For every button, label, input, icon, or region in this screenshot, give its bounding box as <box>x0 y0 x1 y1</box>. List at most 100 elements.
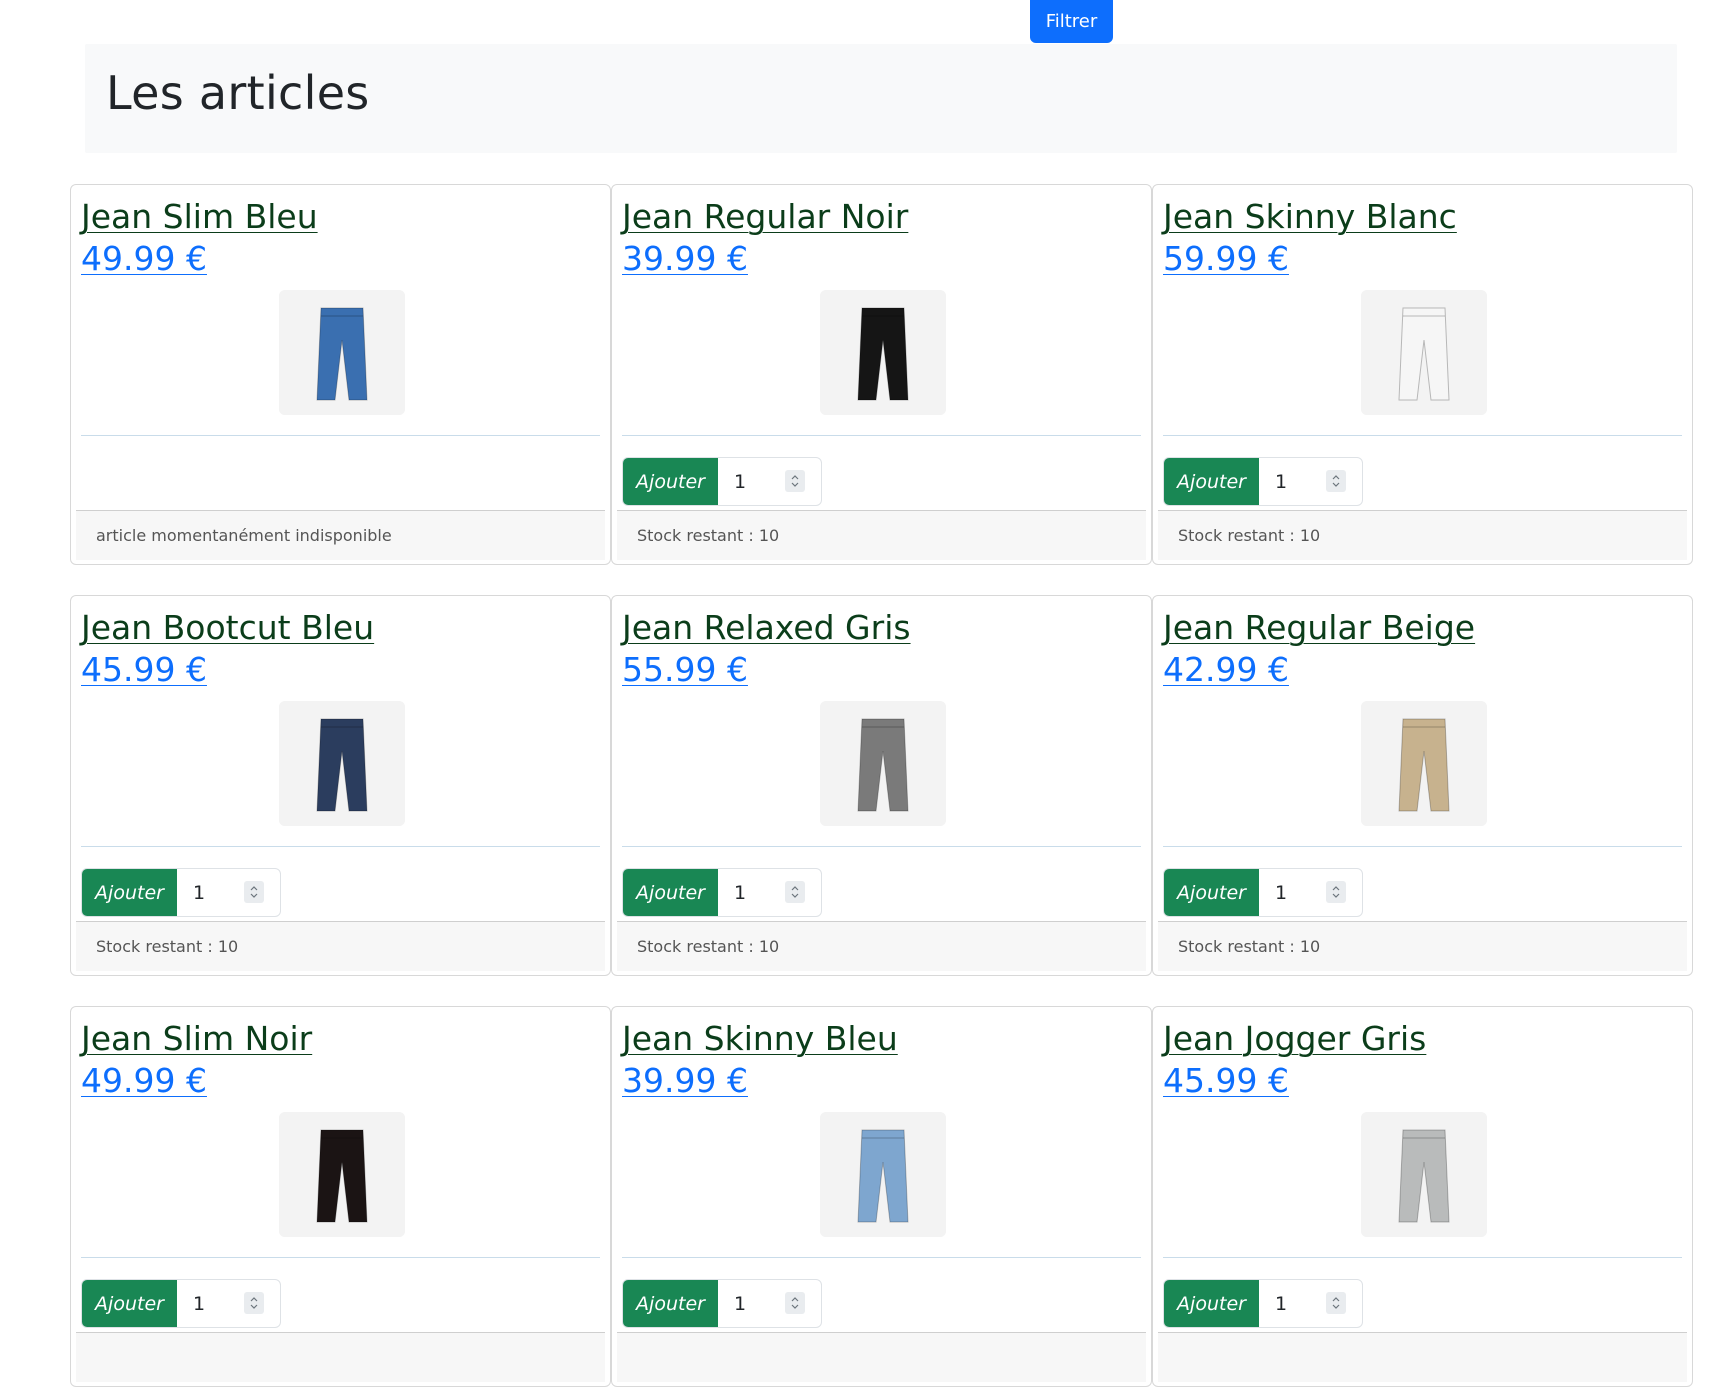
stock-status: Stock restant : 10 <box>637 526 780 545</box>
card-footer <box>76 1332 605 1382</box>
spinner-arrows-icon <box>250 1297 258 1309</box>
article-title-link[interactable]: Jean Jogger Gris <box>1163 1019 1426 1058</box>
article-title-link[interactable]: Jean Regular Beige <box>1163 608 1475 647</box>
quantity-input[interactable]: 1 <box>177 1280 280 1327</box>
card-footer: article momentanément indisponible <box>76 510 605 560</box>
add-button[interactable]: Ajouter <box>623 458 718 505</box>
quantity-value: 1 <box>1275 1292 1288 1315</box>
jeans-icon <box>820 1112 946 1237</box>
article-card: Jean Bootcut Bleu 45.99 € Ajouter 1 Stoc… <box>70 595 611 976</box>
card-divider <box>622 435 1141 436</box>
jean-slim-noir-photo <box>279 1112 405 1237</box>
quantity-value: 1 <box>734 881 747 904</box>
quantity-input[interactable]: 1 <box>1259 1280 1362 1327</box>
article-price-link[interactable]: 39.99 € <box>622 239 748 278</box>
article-title-link[interactable]: Jean Slim Noir <box>81 1019 312 1058</box>
card-footer: Stock restant : 10 <box>1158 510 1687 560</box>
page-header: Les articles <box>85 44 1677 153</box>
jean-relaxed-gris-photo <box>820 701 946 826</box>
article-title-link[interactable]: Jean Relaxed Gris <box>622 608 911 647</box>
add-button[interactable]: Ajouter <box>82 869 177 916</box>
article-price-link[interactable]: 45.99 € <box>1163 1061 1289 1100</box>
page-title: Les articles <box>106 66 370 120</box>
card-divider <box>81 846 600 847</box>
add-button[interactable]: Ajouter <box>82 1280 177 1327</box>
article-price-link[interactable]: 49.99 € <box>81 239 207 278</box>
quantity-input[interactable]: 1 <box>718 869 821 916</box>
jeans-icon <box>1361 1112 1487 1237</box>
jean-skinny-blanc-photo <box>1361 290 1487 415</box>
article-price-link[interactable]: 49.99 € <box>81 1061 207 1100</box>
quantity-spinner[interactable] <box>1326 470 1346 492</box>
jean-skinny-bleu-photo <box>820 1112 946 1237</box>
add-button[interactable]: Ajouter <box>1164 458 1259 505</box>
article-title-link[interactable]: Jean Bootcut Bleu <box>81 608 374 647</box>
spinner-arrows-icon <box>250 886 258 898</box>
jeans-icon <box>1361 701 1487 826</box>
quantity-spinner[interactable] <box>785 1292 805 1314</box>
jeans-icon <box>1361 290 1487 415</box>
quantity-spinner[interactable] <box>785 470 805 492</box>
article-title-link[interactable]: Jean Skinny Blanc <box>1163 197 1457 236</box>
article-price-link[interactable]: 42.99 € <box>1163 650 1289 689</box>
add-button[interactable]: Ajouter <box>1164 869 1259 916</box>
quantity-spinner[interactable] <box>785 881 805 903</box>
spinner-arrows-icon <box>1332 1297 1340 1309</box>
card-divider <box>1163 1257 1682 1258</box>
article-card: Jean Regular Noir 39.99 € Ajouter 1 Stoc… <box>611 184 1152 565</box>
article-title-link[interactable]: Jean Slim Bleu <box>81 197 318 236</box>
add-button[interactable]: Ajouter <box>1164 1280 1259 1327</box>
stock-status: article momentanément indisponible <box>96 526 392 545</box>
quantity-input[interactable]: 1 <box>177 869 280 916</box>
add-button[interactable]: Ajouter <box>623 1280 718 1327</box>
card-divider <box>622 1257 1141 1258</box>
card-footer: Stock restant : 10 <box>1158 921 1687 971</box>
quantity-input[interactable]: 1 <box>718 458 821 505</box>
quantity-input[interactable]: 1 <box>1259 458 1362 505</box>
jean-regular-beige-photo <box>1361 701 1487 826</box>
article-card: Jean Skinny Bleu 39.99 € Ajouter 1 <box>611 1006 1152 1387</box>
quantity-spinner[interactable] <box>244 1292 264 1314</box>
stock-status: Stock restant : 10 <box>637 937 780 956</box>
card-footer <box>617 1332 1146 1382</box>
quantity-value: 1 <box>193 1292 206 1315</box>
article-price-link[interactable]: 45.99 € <box>81 650 207 689</box>
quantity-value: 1 <box>193 881 206 904</box>
card-divider <box>81 435 600 436</box>
article-price-link[interactable]: 59.99 € <box>1163 239 1289 278</box>
spinner-arrows-icon <box>1332 886 1340 898</box>
add-to-cart-group: Ajouter 1 <box>1163 868 1363 917</box>
jean-bootcut-bleu-photo <box>279 701 405 826</box>
jeans-icon <box>279 701 405 826</box>
quantity-value: 1 <box>734 470 747 493</box>
stock-status: Stock restant : 10 <box>96 937 239 956</box>
filter-button[interactable]: Filtrer <box>1030 0 1113 43</box>
jeans-icon <box>279 290 405 415</box>
add-button[interactable]: Ajouter <box>623 869 718 916</box>
stock-status: Stock restant : 10 <box>1178 937 1321 956</box>
add-to-cart-group: Ajouter 1 <box>622 457 822 506</box>
article-title-link[interactable]: Jean Regular Noir <box>622 197 908 236</box>
spinner-arrows-icon <box>791 886 799 898</box>
jeans-icon <box>820 290 946 415</box>
add-to-cart-group: Ajouter 1 <box>622 868 822 917</box>
article-card: Jean Jogger Gris 45.99 € Ajouter 1 <box>1152 1006 1693 1387</box>
quantity-input[interactable]: 1 <box>718 1280 821 1327</box>
card-footer <box>1158 1332 1687 1382</box>
article-price-link[interactable]: 55.99 € <box>622 650 748 689</box>
article-card: Jean Skinny Blanc 59.99 € Ajouter 1 Stoc… <box>1152 184 1693 565</box>
card-footer: Stock restant : 10 <box>617 921 1146 971</box>
card-footer: Stock restant : 10 <box>76 921 605 971</box>
spinner-arrows-icon <box>1332 475 1340 487</box>
spinner-arrows-icon <box>791 1297 799 1309</box>
quantity-input[interactable]: 1 <box>1259 869 1362 916</box>
quantity-spinner[interactable] <box>1326 1292 1346 1314</box>
jean-regular-noir-photo <box>820 290 946 415</box>
quantity-spinner[interactable] <box>1326 881 1346 903</box>
quantity-value: 1 <box>1275 881 1288 904</box>
quantity-spinner[interactable] <box>244 881 264 903</box>
article-card: Jean Slim Noir 49.99 € Ajouter 1 <box>70 1006 611 1387</box>
article-card: Jean Regular Beige 42.99 € Ajouter 1 Sto… <box>1152 595 1693 976</box>
article-title-link[interactable]: Jean Skinny Bleu <box>622 1019 898 1058</box>
article-price-link[interactable]: 39.99 € <box>622 1061 748 1100</box>
